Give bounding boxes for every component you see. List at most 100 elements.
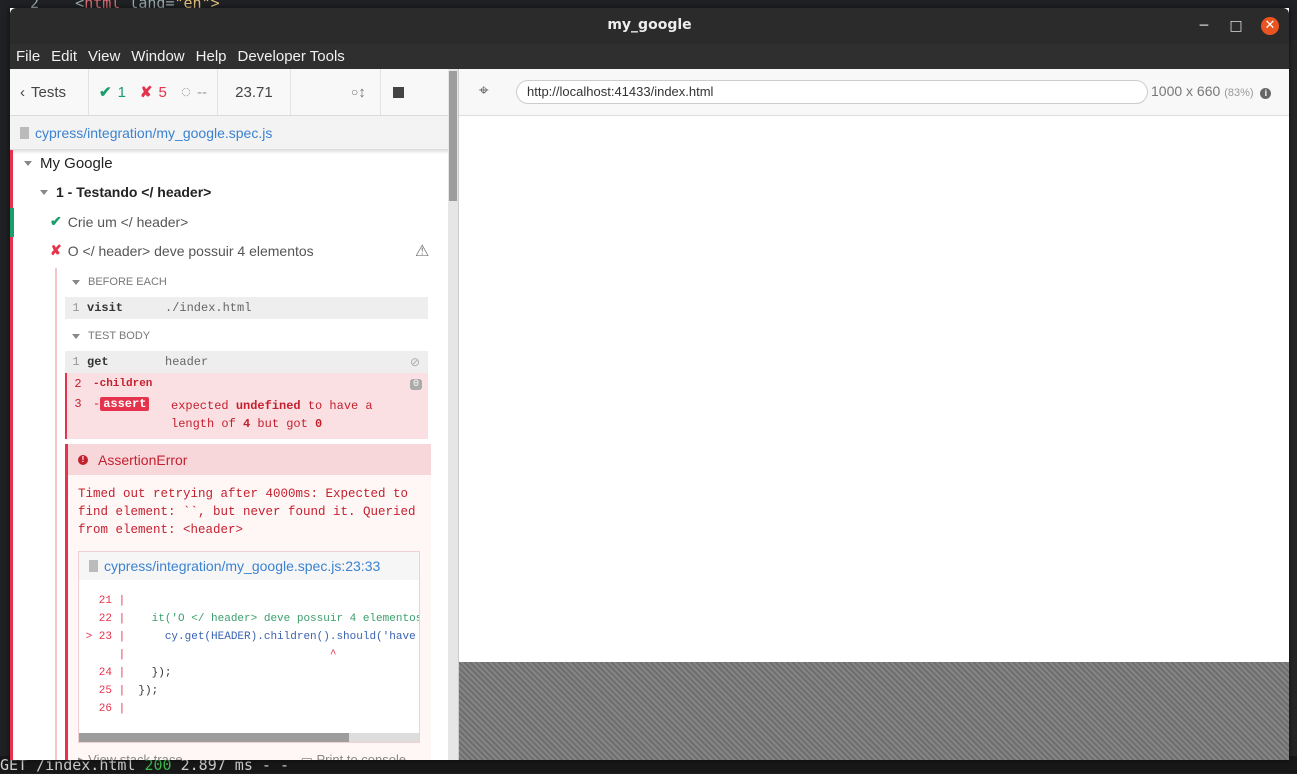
- menu-help[interactable]: Help: [196, 48, 227, 65]
- suite-failed-indicator: [10, 150, 13, 760]
- menu-edit[interactable]: Edit: [51, 48, 77, 65]
- code-line: 25 | });: [79, 685, 159, 697]
- spec-file-bar[interactable]: cypress/integration/my_google.spec.js: [10, 116, 458, 150]
- pending-circle-icon: ◌: [180, 82, 191, 101]
- code-line: | ^: [112, 649, 337, 661]
- subsuite-row[interactable]: 1 - Testando </ header>: [40, 184, 211, 200]
- command-assert[interactable]: 3 - assert expected undefined to have a l…: [65, 395, 428, 439]
- tests-button[interactable]: ‹ Tests: [10, 69, 89, 115]
- passed-count: 1: [117, 83, 126, 101]
- command-number: 3: [74, 397, 82, 411]
- command-name-wrap: - assert: [89, 397, 171, 411]
- command-children[interactable]: 2 -children 0: [65, 373, 428, 395]
- reporter-panel: ‹ Tests ✔ 1 ✘ 5 ◌ -- 23.71 ○ ↕ cypress/i…: [10, 69, 459, 760]
- test-body-header[interactable]: TEST BODY: [72, 330, 150, 342]
- test-failed-row[interactable]: ✘ O </ header> deve possuir 4 elementos: [50, 242, 314, 259]
- test-passed-title: Crie um </ header>: [67, 213, 189, 230]
- code-frame-path[interactable]: cypress/integration/my_google.spec.js:23…: [104, 558, 380, 574]
- code-line: 22 | it('O </ header> deve possuir 4 ele…: [79, 613, 420, 625]
- element-count-badge: 0: [409, 378, 422, 390]
- stop-icon: [392, 86, 404, 98]
- code-line: 21 |: [79, 595, 126, 607]
- command-message: header: [165, 355, 209, 369]
- before-each-header[interactable]: BEFORE EACH: [72, 276, 167, 288]
- code-line: 26 |: [79, 703, 126, 715]
- command-name: get: [87, 355, 109, 369]
- menu-developer-tools[interactable]: Developer Tools: [238, 48, 345, 65]
- tests-label: Tests: [31, 83, 67, 101]
- test-body-label: TEST BODY: [88, 330, 151, 342]
- maximize-icon[interactable]: □: [1227, 17, 1245, 35]
- duration: 23.71: [218, 69, 291, 115]
- subsuite-title: 1 - Testando </ header>: [56, 184, 212, 200]
- check-icon: ✔: [50, 213, 62, 229]
- spec-path[interactable]: cypress/integration/my_google.spec.js: [35, 125, 272, 141]
- menu-file[interactable]: File: [16, 48, 40, 65]
- reporter-scrollbar[interactable]: [448, 69, 458, 760]
- menu-bar: File Edit View Window Help Developer Too…: [10, 44, 1289, 69]
- command-message: ./index.html: [165, 301, 252, 315]
- test-passed-row[interactable]: ✔ Crie um </ header>: [50, 213, 188, 230]
- aut-background-pattern: [459, 662, 1289, 760]
- error-message: Timed out retrying after 4000ms: Expecte…: [78, 487, 416, 537]
- cross-icon: ✘: [50, 242, 62, 258]
- caret-down-icon: [40, 189, 48, 195]
- auto-scroll-toggle[interactable]: ○ ↕: [341, 69, 376, 115]
- menu-view[interactable]: View: [88, 48, 120, 65]
- eye-slash-icon[interactable]: ⊘: [410, 355, 420, 370]
- command-number: 2: [74, 377, 82, 391]
- info-icon[interactable]: i: [1260, 88, 1272, 99]
- aut-iframe[interactable]: [459, 116, 1289, 662]
- auto-scroll-circle-icon: ○: [350, 85, 359, 99]
- code-frame: cypress/integration/my_google.spec.js:23…: [78, 551, 420, 743]
- caret-down-icon: [24, 161, 32, 166]
- reporter-header: ‹ Tests ✔ 1 ✘ 5 ◌ -- 23.71 ○ ↕: [10, 69, 458, 116]
- editor-right-strip: [1289, 40, 1297, 760]
- test-failed-title: O </ header> deve possuir 4 elementos: [67, 242, 314, 259]
- passed-stat: ✔ 1: [89, 69, 130, 115]
- aut-header: ⌖ http://localhost:41433/index.html 1000…: [459, 69, 1289, 116]
- menu-window[interactable]: Window: [131, 48, 184, 65]
- window-title: my_google: [607, 17, 692, 33]
- suite-title: My Google: [40, 155, 113, 172]
- stop-button[interactable]: [379, 69, 414, 115]
- selector-playground-icon[interactable]: ⌖: [479, 81, 489, 101]
- code-frame-scrollbar[interactable]: [79, 733, 419, 742]
- url-bar[interactable]: http://localhost:41433/index.html: [516, 80, 1148, 104]
- cross-icon: ✘: [139, 84, 153, 101]
- code-frame-lines: 21 | 22 | it('O </ header> deve possuir …: [79, 580, 419, 718]
- code-frame-header[interactable]: cypress/integration/my_google.spec.js:23…: [79, 552, 419, 580]
- auto-scroll-arrows-icon: ↕: [358, 83, 366, 101]
- command-get[interactable]: 1 get header ⊘: [65, 351, 428, 373]
- command-number: 1: [72, 355, 80, 369]
- command-visit[interactable]: 1 visit ./index.html: [65, 297, 428, 319]
- pending-stat: ◌ --: [171, 69, 218, 115]
- app-window: my_google ─ □ ✕ File Edit View Window He…: [10, 8, 1289, 760]
- app-under-test-panel: ⌖ http://localhost:41433/index.html 1000…: [459, 69, 1289, 760]
- code-line: 24 | });: [79, 667, 172, 679]
- title-bar[interactable]: my_google ─ □ ✕: [10, 8, 1289, 44]
- code-line: > 23 | cy.get(HEADER).children().should(…: [79, 631, 416, 643]
- caret-down-icon: [72, 333, 80, 339]
- scrollbar-thumb[interactable]: [449, 71, 457, 201]
- terminal-icon: ▭: [300, 752, 313, 760]
- caret-down-icon: [72, 279, 80, 285]
- error-title: AssertionError: [98, 451, 188, 468]
- command-number: 1: [72, 301, 80, 315]
- viewport-info[interactable]: 1000 x 660 (83%) i: [1151, 83, 1272, 99]
- assert-badge: assert: [100, 397, 150, 411]
- command-name: -children: [93, 378, 153, 390]
- failed-count: 5: [158, 83, 167, 101]
- error-circle-icon: !: [78, 454, 88, 465]
- stack-trace-toggle[interactable]: ▸ View stack trace: [78, 752, 183, 760]
- scrollbar-thumb[interactable]: [79, 733, 349, 742]
- minimize-icon[interactable]: ─: [1195, 17, 1213, 35]
- test-body-rail: [55, 268, 57, 760]
- warning-icon[interactable]: ⚠: [415, 241, 429, 261]
- print-to-console-button[interactable]: ▭ Print to console: [301, 752, 407, 760]
- file-icon: [20, 126, 29, 139]
- suite-row[interactable]: My Google: [24, 155, 113, 172]
- close-icon[interactable]: ✕: [1261, 17, 1279, 35]
- pending-count: --: [196, 83, 207, 101]
- check-icon: ✔: [99, 84, 112, 101]
